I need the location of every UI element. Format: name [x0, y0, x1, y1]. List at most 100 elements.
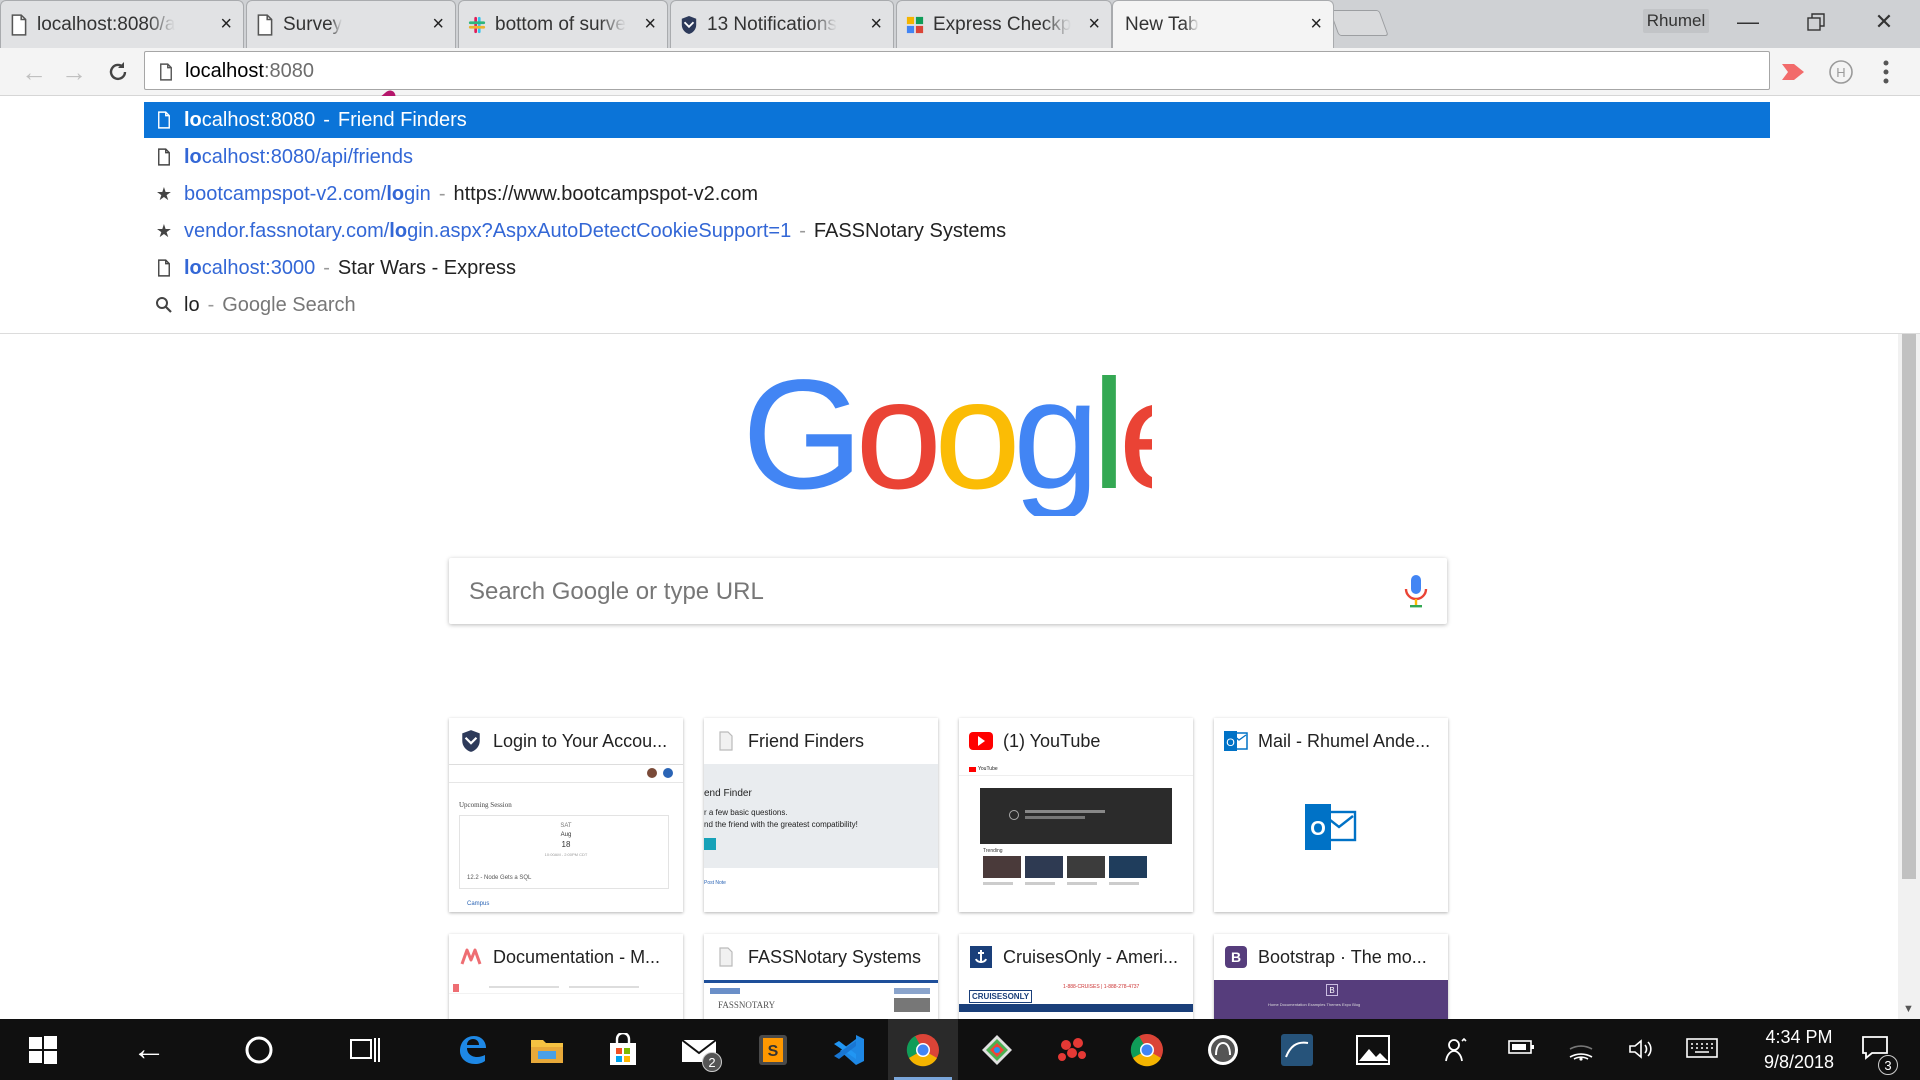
- star-icon: ★: [155, 220, 173, 241]
- most-visited-tile[interactable]: O Mail - Rhumel Ande... O: [1214, 718, 1448, 912]
- tile-header: CruisesOnly - Ameri...: [959, 934, 1193, 980]
- file-explorer-icon[interactable]: [512, 1019, 582, 1080]
- suggestion-item[interactable]: lo - Google Search: [144, 287, 1770, 323]
- volume-icon[interactable]: [1628, 1037, 1656, 1067]
- page-scrollbar[interactable]: ▼: [1898, 334, 1920, 1019]
- toolbar: ← → localhost:8080 H: [0, 48, 1920, 148]
- tile-title: FASSNotary Systems: [748, 946, 922, 967]
- clock-time: 4:34 PM: [1765, 1027, 1833, 1047]
- thumb-heading: Upcoming Session: [459, 801, 512, 809]
- cortana-icon[interactable]: [224, 1019, 294, 1080]
- tab-localhost-api[interactable]: localhost:8080/a ×: [0, 0, 244, 48]
- suggestion-description: FASSNotary Systems: [813, 219, 1007, 242]
- page-icon: [714, 945, 738, 969]
- tab-close-icon[interactable]: ×: [1310, 12, 1322, 36]
- suggestion-item[interactable]: localhost:8080 - Friend Finders: [144, 102, 1770, 138]
- tab-close-icon[interactable]: ×: [1088, 12, 1100, 36]
- tile-header: Friend Finders: [704, 718, 938, 764]
- close-window-icon[interactable]: ✕: [1864, 6, 1904, 38]
- thumb-phone: 1-888-CRUISES | 1-888-278-4737: [1063, 984, 1140, 990]
- tile-header: FASSNotary Systems: [704, 934, 938, 980]
- suggestion-item[interactable]: localhost:3000 - Star Wars - Express: [144, 250, 1770, 286]
- tile-title: Friend Finders: [748, 730, 865, 751]
- reload-icon[interactable]: [102, 56, 134, 88]
- action-center-icon[interactable]: 3: [1860, 1033, 1898, 1075]
- back-icon[interactable]: ←: [18, 56, 50, 88]
- start-windows-icon[interactable]: [8, 1019, 78, 1080]
- profile-button[interactable]: Rhumel: [1643, 9, 1709, 33]
- vscode-icon[interactable]: [814, 1019, 884, 1080]
- thumb-time: 10:00AM - 2:00PM CDT: [544, 852, 588, 857]
- mysql-workbench-icon[interactable]: [1262, 1019, 1332, 1080]
- tab-close-icon[interactable]: ×: [432, 12, 444, 36]
- tile-header: O Mail - Rhumel Ande...: [1214, 718, 1448, 764]
- ntp-search-box[interactable]: Search Google or type URL: [449, 558, 1447, 624]
- new-tab-button[interactable]: [1329, 10, 1389, 36]
- store-icon[interactable]: [588, 1019, 658, 1080]
- mail-icon[interactable]: 2: [664, 1019, 734, 1080]
- extension-h-icon[interactable]: H: [1828, 59, 1854, 90]
- address-bar[interactable]: localhost:8080: [144, 51, 1770, 90]
- task-view-icon[interactable]: [330, 1019, 400, 1080]
- tab-new-tab[interactable]: New Tab ×: [1112, 0, 1334, 48]
- elephant-app-icon[interactable]: [1188, 1019, 1258, 1080]
- page-icon: [714, 729, 738, 753]
- thumb-month: Aug: [560, 832, 572, 838]
- keyboard-icon[interactable]: [1686, 1037, 1718, 1065]
- extension-red-icon[interactable]: [1780, 60, 1806, 89]
- thumb-nav: Home Documentation Examples Themes Expo …: [1268, 1002, 1361, 1007]
- suggestion-item[interactable]: ★ vendor.fassnotary.com/login.aspx?AspxA…: [144, 213, 1770, 249]
- suggestion-item[interactable]: ★ bootcampspot-v2.com/login - https://ww…: [144, 176, 1770, 212]
- suggestion-url: localhost:8080/api/friends: [184, 145, 414, 168]
- suggestion-url: vendor.fassnotary.com/login.aspx?AspxAut…: [184, 219, 792, 242]
- suggestion-item[interactable]: localhost:8080/api/friends: [144, 139, 1770, 175]
- bootcamp-shield-icon: [681, 16, 697, 34]
- tab-express-checkpoint[interactable]: Express Checkpo ×: [896, 0, 1112, 48]
- thumb-brand: CRUISESONLY: [969, 990, 1033, 1003]
- address-text: localhost:8080: [185, 60, 314, 83]
- tab-close-icon[interactable]: ×: [870, 12, 882, 36]
- forward-icon[interactable]: →: [58, 56, 90, 88]
- outlook-icon: O: [1224, 729, 1248, 753]
- chrome-icon-2[interactable]: [1112, 1019, 1182, 1080]
- microphone-icon[interactable]: [1403, 574, 1429, 608]
- back-arrow-icon[interactable]: ←: [114, 1019, 184, 1080]
- minimize-icon[interactable]: —: [1728, 6, 1768, 38]
- tab-close-icon[interactable]: ×: [644, 12, 656, 36]
- suggestion-separator: -: [207, 293, 215, 316]
- clock-date: 9/8/2018: [1763, 1052, 1835, 1072]
- tab-title: bottom of surve: [495, 13, 626, 35]
- tab-slack[interactable]: bottom of surve ×: [458, 0, 668, 48]
- taskbar-clock[interactable]: 4:34 PM 9/8/2018: [1744, 1025, 1854, 1075]
- photos-icon[interactable]: [1338, 1019, 1408, 1080]
- battery-icon[interactable]: [1508, 1037, 1536, 1063]
- star-icon: ★: [155, 183, 173, 204]
- most-visited-tile[interactable]: FASSNotary Systems FASSNOTARY: [704, 934, 938, 1019]
- wifi-icon[interactable]: [1568, 1037, 1594, 1067]
- restore-icon[interactable]: [1796, 6, 1836, 38]
- most-visited-tile[interactable]: CruisesOnly - Ameri... CRUISESONLY 1-888…: [959, 934, 1193, 1019]
- sourcetree-icon[interactable]: [962, 1019, 1032, 1080]
- tab-close-icon[interactable]: ×: [220, 12, 232, 36]
- scrollbar-thumb[interactable]: [1902, 334, 1916, 879]
- most-visited-tile[interactable]: (1) YouTube YouTube Trending: [959, 718, 1193, 912]
- tab-notifications[interactable]: 13 Notifications ×: [670, 0, 894, 48]
- most-visited-tile[interactable]: Documentation - M...: [449, 934, 683, 1019]
- suggestion-separator: -: [799, 219, 806, 242]
- express-icon: [906, 16, 924, 34]
- edge-icon[interactable]: [438, 1019, 508, 1080]
- most-visited-tile[interactable]: B Bootstrap · The mo... B Home Documenta…: [1214, 934, 1448, 1019]
- most-visited-tile[interactable]: Login to Your Accou... Upcoming Session …: [449, 718, 683, 912]
- chrome-icon[interactable]: [888, 1019, 958, 1080]
- tile-thumbnail: end Finder r a few basic questions. nd t…: [704, 764, 938, 912]
- tile-thumbnail: B Home Documentation Examples Themes Exp…: [1214, 980, 1448, 1019]
- sublime-icon[interactable]: S: [738, 1019, 808, 1080]
- outlook-logo-icon: O: [1305, 804, 1357, 850]
- most-visited-tile[interactable]: Friend Finders end Finder r a few basic …: [704, 718, 938, 912]
- scroll-down-icon[interactable]: ▼: [1903, 1003, 1914, 1015]
- app-red-dots-icon[interactable]: [1038, 1019, 1108, 1080]
- menu-dots-icon[interactable]: [1878, 58, 1894, 91]
- people-icon[interactable]: [1444, 1037, 1470, 1069]
- page-icon: [11, 14, 27, 36]
- tab-survey[interactable]: Survey ×: [246, 0, 456, 48]
